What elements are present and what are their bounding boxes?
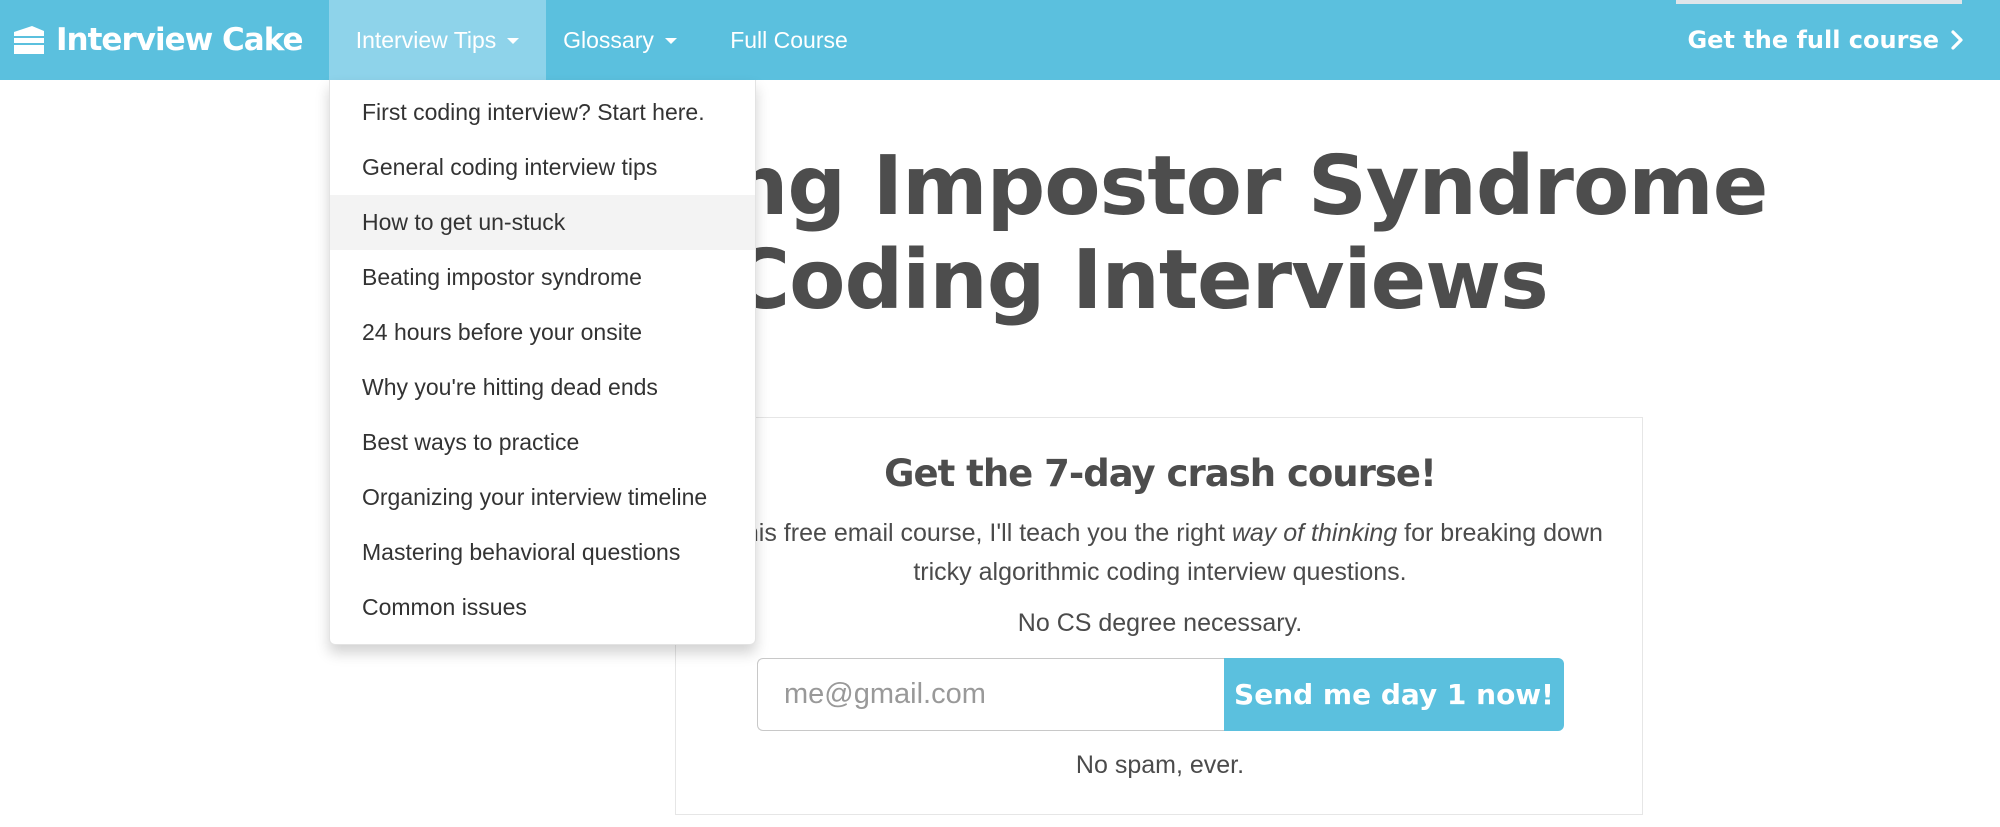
dropdown-item-24-hours[interactable]: 24 hours before your onsite: [330, 305, 755, 360]
brand-logo-link[interactable]: Interview Cake: [12, 0, 304, 80]
page-title: ng Impostor Syndrome Coding Interviews: [730, 140, 2000, 328]
page: ng Impostor Syndrome Coding Interviews G…: [0, 0, 2000, 827]
cake-icon: [14, 26, 44, 54]
nav-full-course[interactable]: Full Course: [694, 0, 884, 80]
get-full-course-label: Get the full course: [1687, 26, 1939, 54]
crash-course-signup: Get the 7-day crash course! n this free …: [675, 417, 1643, 815]
page-title-line-1: ng Impostor Syndrome: [730, 139, 1768, 234]
signup-description-start: n this free email course, I'll teach you…: [717, 519, 1232, 547]
caret-down-icon: [664, 38, 677, 44]
dropdown-item-get-unstuck[interactable]: How to get un-stuck: [330, 195, 755, 250]
dropdown-item-dead-ends[interactable]: Why you're hitting dead ends: [330, 360, 755, 415]
nav-glossary[interactable]: Glossary: [546, 0, 694, 80]
get-full-course-link[interactable]: Get the full course: [1687, 0, 1965, 80]
dropdown-item-general-tips[interactable]: General coding interview tips: [330, 140, 755, 195]
interview-tips-dropdown: First coding interview? Start here. Gene…: [329, 80, 756, 645]
nav-interview-tips[interactable]: Interview Tips: [329, 0, 546, 80]
send-day-1-button[interactable]: Send me day 1 now!: [1224, 658, 1564, 731]
nav-glossary-label: Glossary: [563, 26, 654, 53]
dropdown-item-first-interview[interactable]: First coding interview? Start here.: [330, 85, 755, 140]
signup-description: n this free email course, I'll teach you…: [716, 514, 1604, 592]
dropdown-item-timeline[interactable]: Organizing your interview timeline: [330, 470, 755, 525]
dropdown-item-common-issues[interactable]: Common issues: [330, 580, 755, 635]
top-navbar: Interview Cake Interview Tips Glossary F…: [0, 0, 2000, 80]
signup-title: Get the 7-day crash course!: [884, 452, 1437, 495]
signup-description-emphasis: way of thinking: [1231, 519, 1398, 547]
caret-down-icon: [507, 38, 520, 44]
no-spam-note: No spam, ever.: [1075, 751, 1245, 779]
nav-full-course-label: Full Course: [730, 26, 848, 53]
chevron-right-icon: [1951, 30, 1963, 50]
signup-note: No CS degree necessary.: [1017, 609, 1303, 637]
page-title-line-2: Coding Interviews: [730, 233, 1549, 328]
dropdown-item-practice[interactable]: Best ways to practice: [330, 415, 755, 470]
brand-name: Interview Cake: [56, 22, 304, 58]
email-input[interactable]: [757, 658, 1224, 731]
dropdown-item-behavioral[interactable]: Mastering behavioral questions: [330, 525, 755, 580]
nav-interview-tips-label: Interview Tips: [355, 26, 497, 53]
dropdown-item-impostor-syndrome[interactable]: Beating impostor syndrome: [330, 250, 755, 305]
